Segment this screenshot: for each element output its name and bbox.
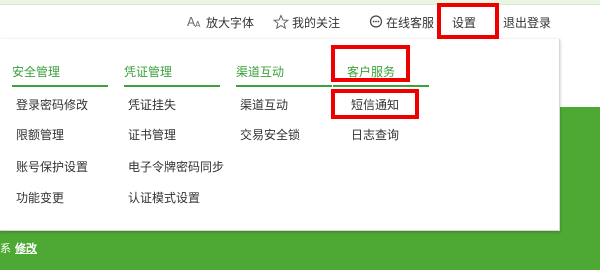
svg-text:A: A [195, 20, 201, 29]
favorites-label: 我的关注 [292, 15, 341, 30]
menu-title-channel[interactable]: 渠道互动 [236, 63, 332, 87]
settings-button[interactable]: 设置 [452, 5, 476, 39]
menu-item-account-protection[interactable]: 账号保护设置 [16, 159, 88, 175]
menu-item-sms-notification[interactable]: 短信通知 [351, 97, 399, 113]
settings-dropdown-menu: 安全管理 登录密码修改 限额管理 账号保护设置 功能变更 凭证管理 凭证挂失 证… [0, 39, 560, 231]
bottom-prefix: 系 [0, 242, 11, 255]
menu-item-log-query[interactable]: 日志查询 [351, 127, 399, 143]
menu-item-auth-mode[interactable]: 认证模式设置 [128, 190, 200, 206]
menu-item-feature-change[interactable]: 功能变更 [16, 190, 64, 206]
font-size-label: 放大字体 [206, 15, 255, 30]
menu-item-login-password[interactable]: 登录密码修改 [16, 97, 88, 113]
edit-link[interactable]: 修改 [15, 242, 37, 255]
top-navigation-bar: A A 放大字体 我的关注 在线客服 设置 退出登录 [0, 5, 600, 39]
menu-title-security[interactable]: 安全管理 [12, 63, 108, 87]
menu-title-customer-service[interactable]: 客户服务 [333, 63, 429, 87]
star-outline-icon [273, 14, 289, 30]
menu-item-limit-management[interactable]: 限额管理 [16, 127, 64, 143]
online-service-label: 在线客服 [386, 15, 435, 30]
chat-bubble-icon [369, 15, 383, 29]
menu-item-certificate-management[interactable]: 证书管理 [128, 127, 176, 143]
bottom-info-text: 系修改 [0, 241, 37, 257]
favorites-button[interactable]: 我的关注 [273, 5, 340, 39]
menu-item-report-loss[interactable]: 凭证挂失 [128, 97, 176, 113]
online-service-button[interactable]: 在线客服 [369, 5, 434, 39]
menu-item-transaction-lock[interactable]: 交易安全锁 [240, 127, 300, 143]
logout-button[interactable]: 退出登录 [503, 5, 551, 39]
menu-title-credentials[interactable]: 凭证管理 [124, 63, 220, 87]
font-size-button[interactable]: A A 放大字体 [187, 5, 254, 39]
font-size-icon: A A [187, 15, 203, 29]
settings-label: 设置 [452, 15, 477, 30]
menu-item-channel-interaction[interactable]: 渠道互动 [240, 97, 288, 113]
logout-label: 退出登录 [503, 15, 552, 30]
menu-item-token-sync[interactable]: 电子令牌密码同步 [128, 159, 224, 175]
